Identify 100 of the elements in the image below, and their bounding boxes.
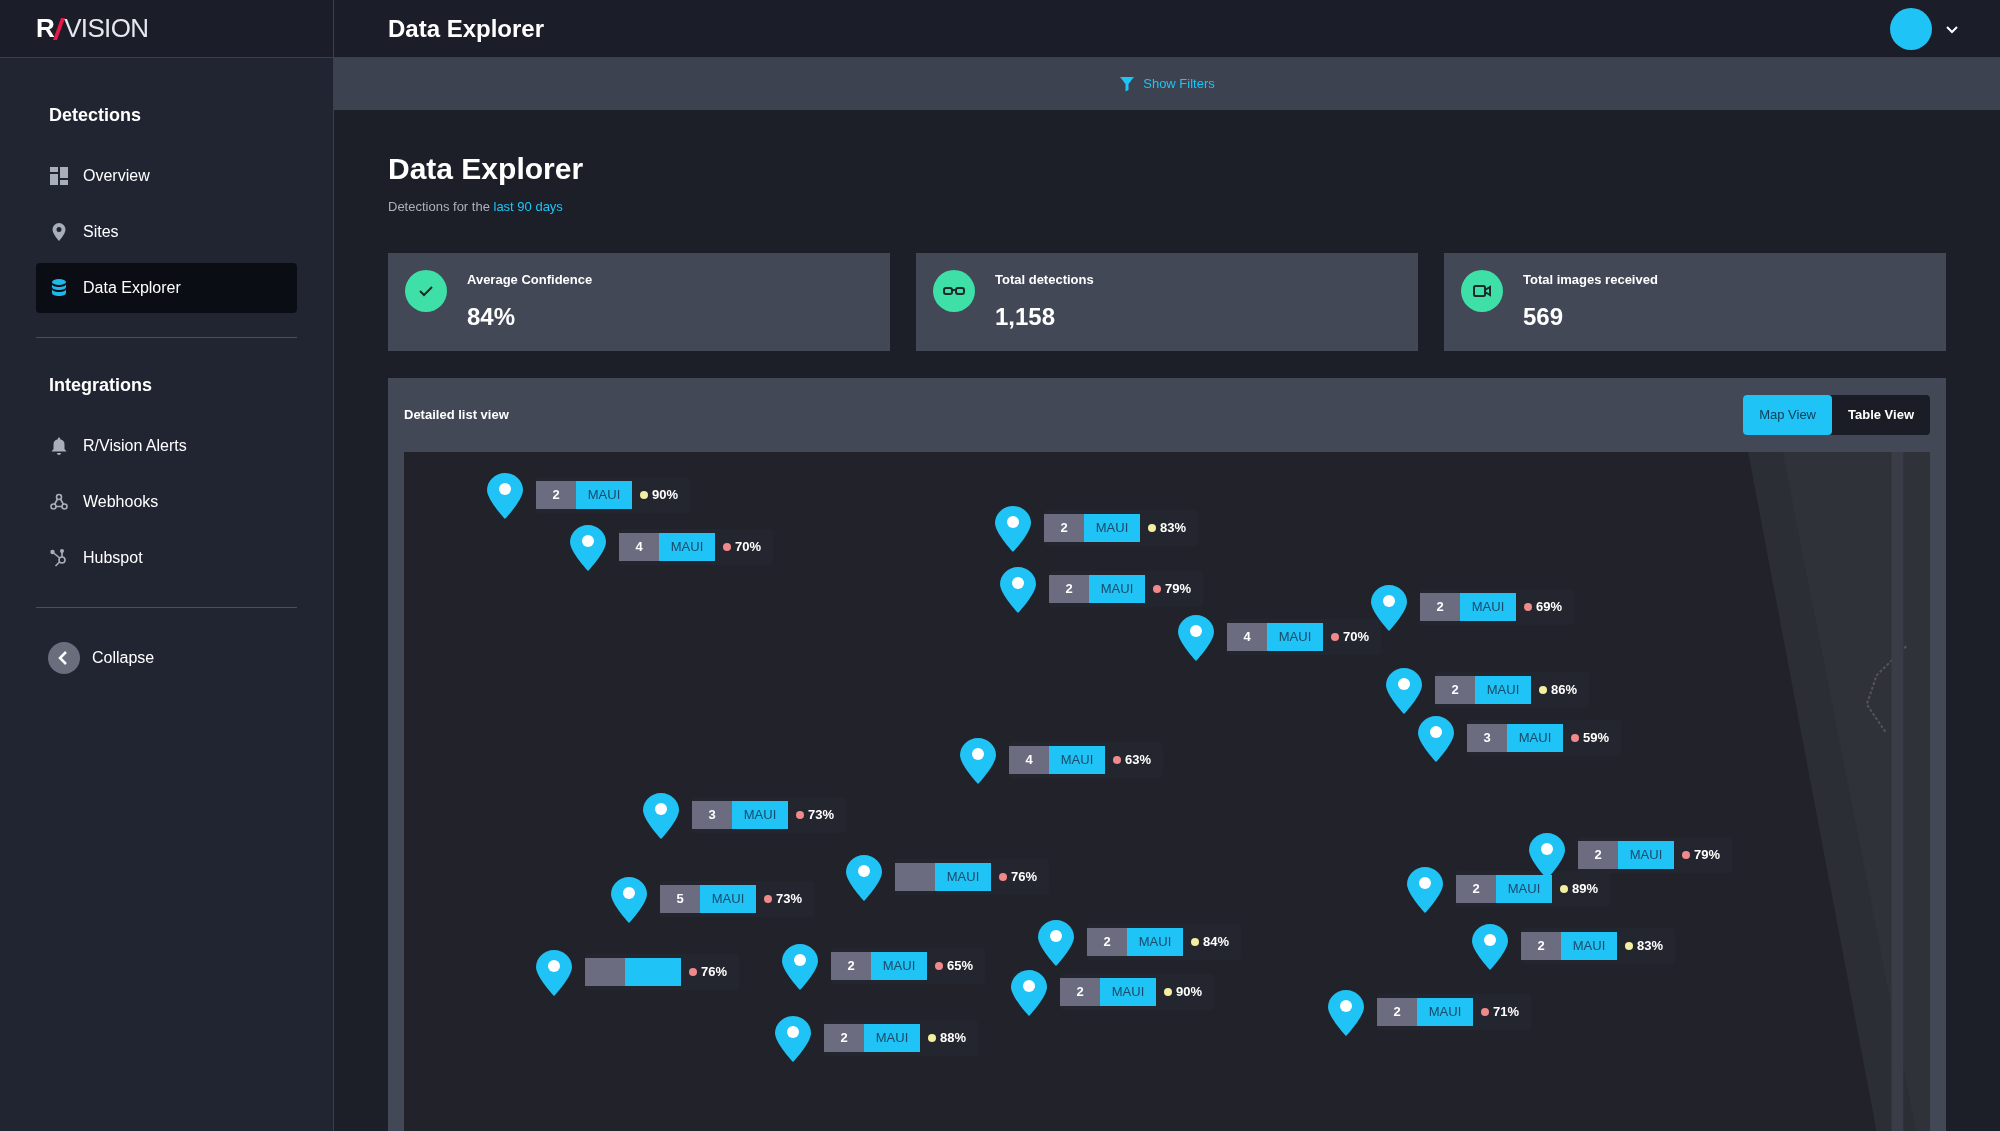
nav-item[interactable]: Webhooks: [36, 477, 297, 527]
hub-icon: [49, 548, 69, 568]
detection-count: 2: [1456, 874, 1496, 903]
detection-count: 2: [536, 480, 576, 509]
confidence-value: 76%: [701, 962, 728, 981]
stat-value: 1,158: [995, 302, 1057, 332]
panel-title: Detailed list view: [404, 405, 509, 424]
confidence-value: 76%: [1011, 867, 1038, 886]
map-pin-icon[interactable]: [568, 522, 608, 573]
confidence-value: 90%: [652, 485, 679, 504]
confidence-value: 73%: [776, 889, 803, 908]
region-tag: MAUI: [700, 884, 756, 913]
nav-item[interactable]: Hubspot: [36, 533, 297, 583]
stat-value: 569: [1523, 302, 1565, 332]
nav-item[interactable]: Overview: [36, 151, 297, 201]
section-title: Detections: [49, 104, 143, 127]
confidence-value: 69%: [1536, 597, 1563, 616]
confidence-value: 83%: [1160, 518, 1187, 537]
region-tag: MAUI: [1561, 931, 1617, 960]
region-tag: MAUI: [871, 951, 927, 980]
nav-item[interactable]: R/Vision Alerts: [36, 421, 297, 471]
map-pin-icon[interactable]: [1009, 967, 1049, 1018]
map-pin-icon[interactable]: [773, 1013, 813, 1064]
region-tag: MAUI: [1496, 874, 1552, 903]
check-icon: [405, 269, 447, 312]
detection-count: 5: [660, 884, 700, 913]
map-pin-icon[interactable]: [998, 564, 1038, 615]
detection-count: 2: [831, 951, 871, 980]
chevron-left-icon: [48, 642, 80, 674]
region-tag: MAUI: [1100, 977, 1156, 1006]
video-camera-icon: [1461, 269, 1503, 312]
confidence-value: 59%: [1583, 728, 1610, 747]
map-pin-icon[interactable]: [1405, 864, 1445, 915]
view-toggle[interactable]: Map View: [1743, 394, 1832, 435]
nav-item[interactable]: Data Explorer: [36, 263, 297, 313]
map-pin-icon[interactable]: [609, 874, 649, 925]
confidence-value: 88%: [940, 1028, 967, 1047]
region-tag: MAUI: [1417, 997, 1473, 1026]
confidence-value: 70%: [1343, 627, 1370, 646]
detection-count: 2: [1578, 840, 1618, 869]
map-pin-icon[interactable]: [1036, 917, 1076, 968]
confidence-value: 71%: [1493, 1002, 1520, 1021]
detection-count: 4: [1009, 745, 1049, 774]
map-pin-icon[interactable]: [1369, 582, 1409, 633]
view-toggle[interactable]: Table View: [1832, 394, 1930, 435]
detection-count: 4: [619, 532, 659, 561]
region-tag: MAUI: [1618, 840, 1674, 869]
confidence-value: 65%: [947, 956, 974, 975]
map-pin-icon[interactable]: [485, 470, 525, 521]
confidence-value: 86%: [1551, 680, 1578, 699]
detection-count: 2: [1049, 574, 1089, 603]
map-pin-icon[interactable]: [993, 503, 1033, 554]
nav-item[interactable]: Sites: [36, 207, 297, 257]
region-tag: MAUI: [1049, 745, 1105, 774]
region-tag: MAUI: [864, 1023, 920, 1052]
region-tag: [625, 957, 681, 986]
avatar[interactable]: [1890, 7, 1932, 50]
stat-label: Total detections: [995, 270, 1094, 289]
confidence-value: 89%: [1572, 879, 1599, 898]
webhook-icon: [49, 492, 69, 512]
confidence-value: 73%: [808, 805, 835, 824]
show-filters-button[interactable]: Show Filters: [1119, 74, 1215, 94]
region-tag: MAUI: [1084, 513, 1140, 542]
map-pin-icon[interactable]: [1326, 987, 1366, 1038]
map-pin-icon[interactable]: [1384, 665, 1424, 716]
date-range-link[interactable]: last 90 days: [493, 199, 563, 214]
page-title: Data Explorer: [388, 151, 585, 187]
confidence-value: 83%: [1637, 936, 1664, 955]
detection-count: 2: [1435, 675, 1475, 704]
collapse-button[interactable]: Collapse: [48, 642, 297, 674]
map-pin-icon[interactable]: [641, 790, 681, 841]
detection-count: 2: [824, 1023, 864, 1052]
map-pin-icon[interactable]: [1470, 921, 1510, 972]
region-tag: MAUI: [1475, 675, 1531, 704]
map-pin-icon[interactable]: [1176, 612, 1216, 663]
page-subtitle: Detections for the last 90 days: [388, 198, 564, 216]
detection-count: 2: [1377, 997, 1417, 1026]
region-tag: MAUI: [659, 532, 715, 561]
logo: R VISION: [36, 12, 149, 45]
map-pin-icon[interactable]: [844, 852, 884, 903]
region-tag: MAUI: [1460, 592, 1516, 621]
map-pin-icon[interactable]: [1416, 713, 1456, 764]
region-tag: MAUI: [1267, 622, 1323, 651]
confidence-value: 84%: [1203, 932, 1230, 951]
confidence-value: 90%: [1176, 982, 1203, 1001]
stat-value: 84%: [467, 302, 517, 332]
detection-count: 2: [1087, 927, 1127, 956]
map-pin-icon[interactable]: [534, 947, 574, 998]
confidence-value: 63%: [1125, 750, 1152, 769]
map-pin-icon[interactable]: [780, 941, 820, 992]
region-tag: MAUI: [732, 800, 788, 829]
detection-count: 2: [1044, 513, 1084, 542]
detection-count: 3: [1467, 723, 1507, 752]
header-title: Data Explorer: [388, 13, 546, 44]
detection-count: [585, 957, 625, 986]
database-icon: [49, 278, 69, 298]
confidence-value: 70%: [735, 537, 762, 556]
map-pin-icon[interactable]: [958, 735, 998, 786]
detection-count: 2: [1420, 592, 1460, 621]
filter-icon: [1119, 76, 1136, 92]
